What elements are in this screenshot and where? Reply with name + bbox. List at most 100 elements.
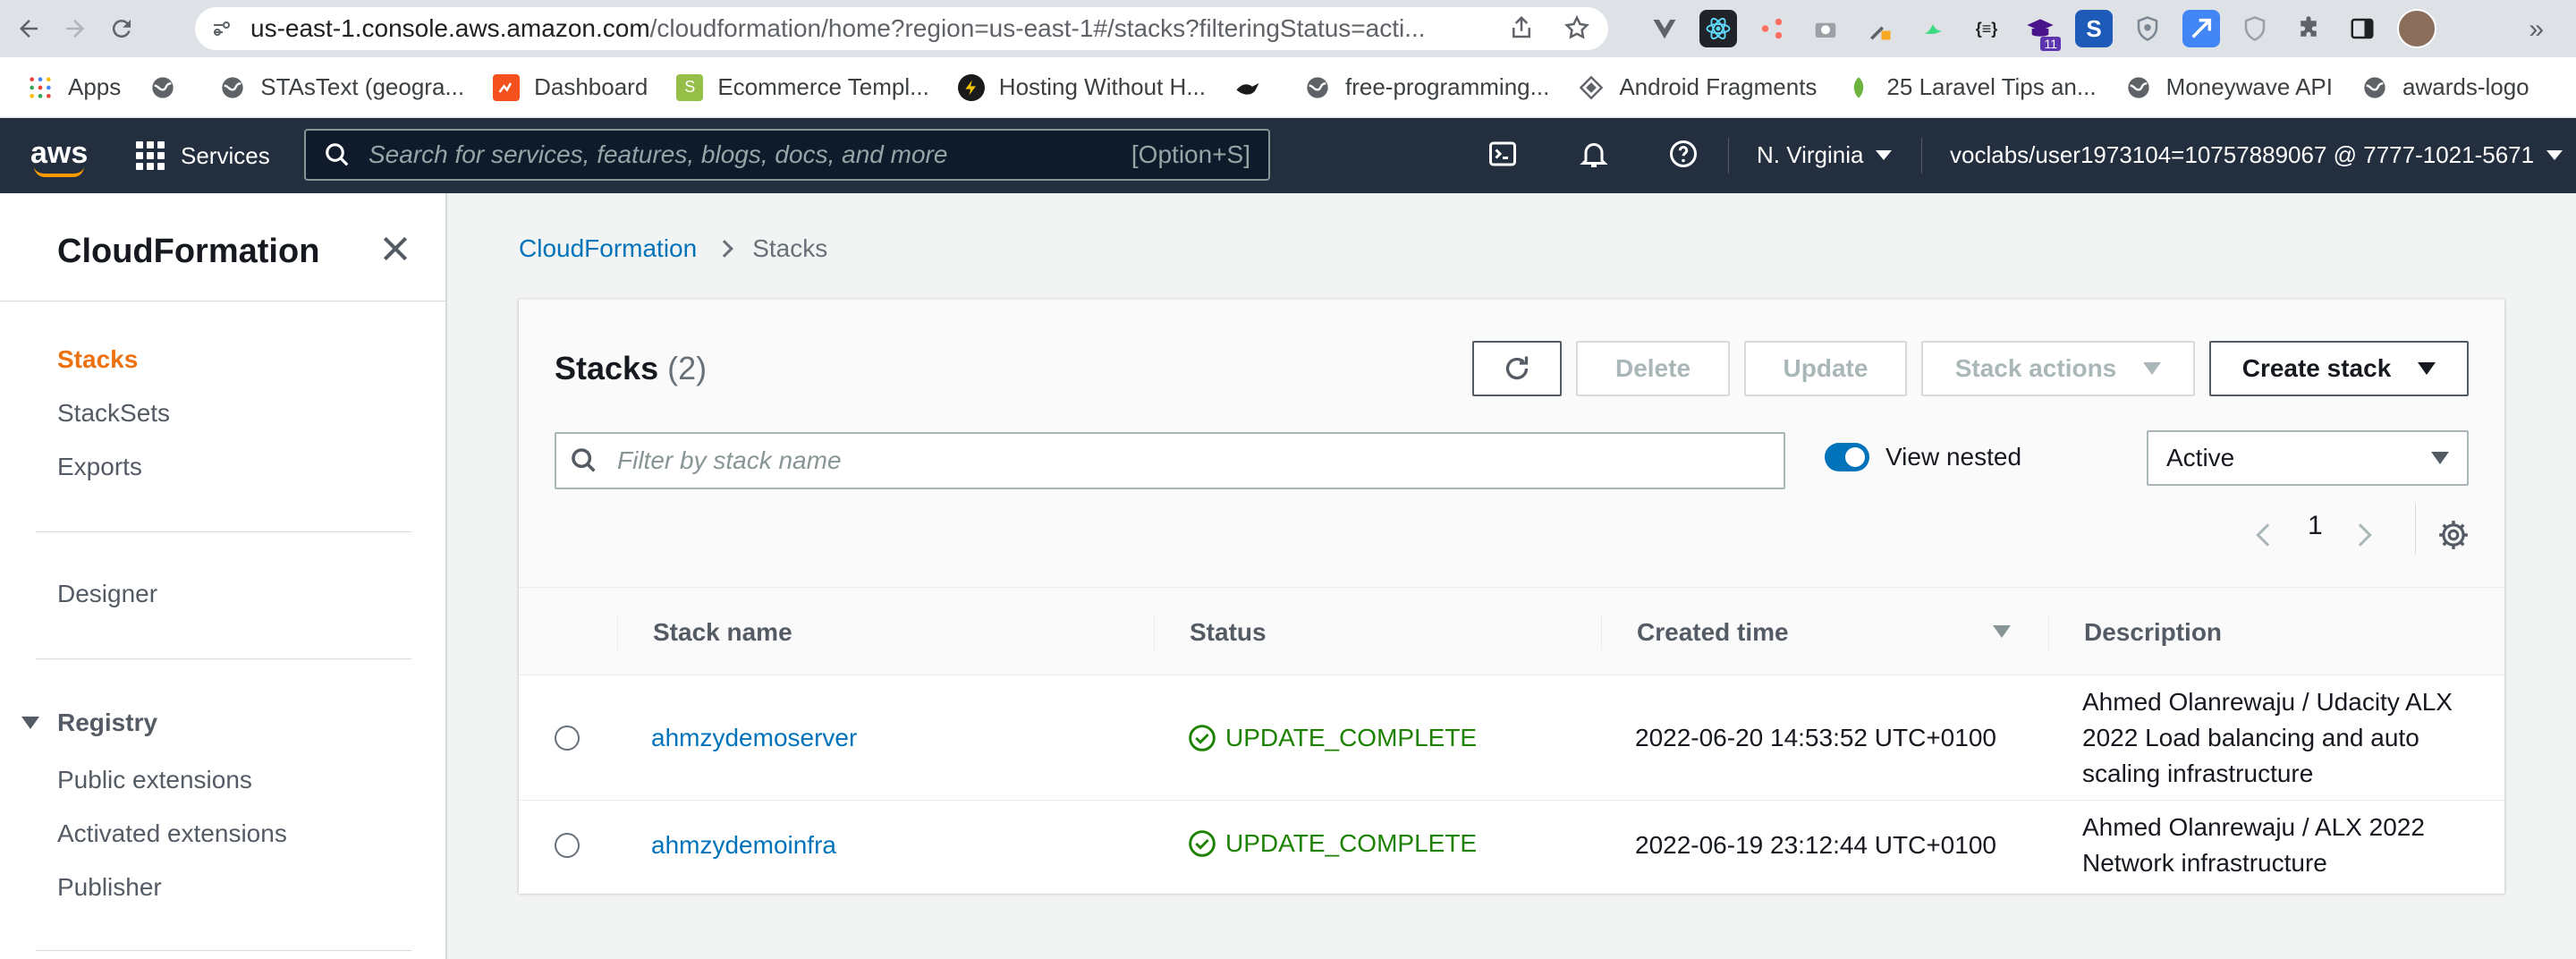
column-divider — [1601, 615, 1602, 650]
stack-name-link[interactable]: ahmzydemoserver — [651, 724, 857, 752]
help-icon[interactable] — [1665, 136, 1701, 172]
more-bookmarks-icon[interactable]: » — [2529, 14, 2544, 45]
forward-arrow-icon[interactable] — [57, 11, 93, 47]
bookmark-item[interactable]: STAsText (geogra... — [219, 73, 464, 101]
globe-icon — [149, 74, 176, 101]
share-icon[interactable] — [1508, 14, 1535, 41]
registry-label: Registry — [57, 709, 158, 736]
sort-descending-icon[interactable] — [1993, 625, 2011, 638]
row-select-radio[interactable] — [555, 726, 580, 751]
previous-page-icon[interactable] — [2256, 523, 2279, 547]
refresh-button[interactable] — [1472, 341, 1562, 396]
create-stack-label: Create stack — [2241, 354, 2392, 382]
column-header-description[interactable]: Description — [2084, 618, 2222, 647]
filter-stack-name-input[interactable]: Filter by stack name — [555, 432, 1785, 489]
aws-search-input[interactable]: Search for services, features, blogs, do… — [304, 129, 1270, 181]
globe-icon — [2361, 74, 2388, 101]
description-line: Ahmed Olanrewaju / Udacity ALX — [2082, 688, 2453, 716]
header-divider — [1921, 138, 1922, 174]
vue-extension-icon[interactable] — [1646, 10, 1683, 47]
table-row[interactable]: ahmzydemoserver UPDATE_COMPLETE 2022-06-… — [519, 675, 2504, 801]
bookmark-item[interactable]: Apps — [27, 73, 121, 101]
column-header-status[interactable]: Status — [1190, 618, 1267, 647]
react-extension-icon[interactable] — [1699, 10, 1737, 47]
stacks-panel: Stacks (2) Delete Update Stack actions C… — [519, 299, 2504, 894]
update-button[interactable]: Update — [1744, 341, 1907, 396]
bookmark-star-icon[interactable] — [1563, 14, 1590, 41]
bookmark-item[interactable]: awards-logo — [2361, 73, 2529, 101]
create-stack-dropdown[interactable]: Create stack — [2209, 341, 2469, 396]
breadcrumb-chevron-icon — [716, 240, 734, 258]
bookmark-label: Ecommerce Templ... — [717, 73, 929, 100]
site-info-icon[interactable] — [211, 18, 233, 39]
bookmark-item[interactable] — [149, 74, 191, 101]
side-panel-icon[interactable] — [2343, 10, 2381, 47]
bookmark-label: STAsText (geogra... — [260, 73, 465, 100]
sidebar-item-stacksets[interactable]: StackSets — [57, 399, 170, 428]
description: Ahmed Olanrewaju / ALX 2022 Network infr… — [2082, 810, 2485, 881]
bookmark-item[interactable]: Dashboard — [493, 73, 648, 101]
eyedropper-extension-icon[interactable] — [1860, 10, 1898, 47]
back-arrow-icon[interactable] — [11, 11, 47, 47]
sidebar-item-exports[interactable]: Exports — [57, 453, 142, 481]
bookmark-item[interactable]: S Ecommerce Templ... — [676, 73, 929, 101]
sidebar-divider — [36, 950, 411, 951]
sidebar-section-registry[interactable]: Registry — [21, 709, 157, 737]
share-nodes-extension-icon[interactable] — [1753, 10, 1791, 47]
camera-extension-icon[interactable] — [1807, 10, 1844, 47]
view-nested-toggle[interactable] — [1825, 443, 1869, 471]
s-extension-icon[interactable]: S — [2075, 10, 2113, 47]
puzzle-extensions-icon[interactable] — [2290, 10, 2327, 47]
reload-icon[interactable] — [104, 11, 140, 47]
table-row[interactable]: ahmzydemoinfra UPDATE_COMPLETE 2022-06-1… — [519, 801, 2504, 894]
bookmark-item[interactable]: Hosting Without H... — [957, 73, 1206, 101]
search-icon — [572, 448, 596, 472]
region-selector[interactable]: N. Virginia — [1757, 141, 1893, 169]
gear-icon[interactable] — [2436, 518, 2470, 552]
bookmark-item[interactable]: free-programming... — [1304, 73, 1549, 101]
bird-extension-icon[interactable] — [1914, 10, 1952, 47]
view-nested-label: View nested — [1885, 443, 2022, 471]
description-line: Network infrastructure — [2082, 849, 2327, 877]
breadcrumb: CloudFormation Stacks — [519, 234, 827, 263]
bookmark-item[interactable]: 25 Laravel Tips an... — [1845, 73, 2097, 101]
sidebar-item-stacks[interactable]: Stacks — [57, 345, 138, 374]
status-text: UPDATE_COMPLETE — [1225, 724, 1478, 751]
breadcrumb-cloudformation-link[interactable]: CloudFormation — [519, 234, 697, 263]
status-filter-select[interactable]: Active — [2147, 430, 2469, 486]
bookmark-label: free-programming... — [1345, 73, 1550, 100]
bookmark-item[interactable]: Moneywave API — [2125, 73, 2333, 101]
created-time: 2022-06-19 23:12:44 UTC+0100 — [1635, 831, 1996, 859]
bookmark-label: Apps — [68, 73, 122, 100]
delete-button[interactable]: Delete — [1576, 341, 1730, 396]
page-number[interactable]: 1 — [2308, 511, 2323, 541]
sidebar-divider — [36, 531, 411, 532]
account-menu[interactable]: voclabs/user1973104=10757889067 @ 7777-1… — [1950, 141, 2563, 169]
sidebar-item-activated-extensions[interactable]: Activated extensions — [57, 819, 287, 848]
bookmark-item[interactable] — [1234, 74, 1275, 101]
column-divider — [2048, 615, 2049, 650]
shield-extension-icon[interactable] — [2129, 10, 2166, 47]
profile-avatar[interactable] — [2397, 9, 2436, 48]
close-icon[interactable] — [377, 231, 413, 267]
shield-check-extension-icon[interactable] — [2236, 10, 2274, 47]
arrow-extension-icon[interactable] — [2182, 10, 2220, 47]
column-header-created-time[interactable]: Created time — [1637, 618, 1789, 647]
address-bar[interactable]: us-east-1.console.aws.amazon.com/cloudfo… — [195, 7, 1608, 50]
services-menu-button[interactable]: Services — [136, 141, 270, 170]
graduation-cap-extension-icon[interactable]: 11 — [2021, 10, 2061, 51]
next-page-icon[interactable] — [2349, 523, 2372, 547]
browser-toolbar: us-east-1.console.aws.amazon.com/cloudfo… — [0, 0, 2576, 57]
bookmark-item[interactable]: Android Fragments — [1578, 73, 1817, 101]
sidebar-item-publisher[interactable]: Publisher — [57, 873, 162, 902]
sidebar-item-public-extensions[interactable]: Public extensions — [57, 766, 252, 794]
sidebar-item-designer[interactable]: Designer — [57, 580, 157, 608]
column-header-stack-name[interactable]: Stack name — [653, 618, 792, 647]
aws-logo[interactable]: aws — [30, 136, 89, 177]
stack-name-link[interactable]: ahmzydemoinfra — [651, 831, 836, 860]
cloudshell-icon[interactable] — [1485, 136, 1521, 172]
stack-actions-dropdown[interactable]: Stack actions — [1921, 341, 2195, 396]
notifications-bell-icon[interactable] — [1576, 136, 1612, 172]
row-select-radio[interactable] — [555, 833, 580, 858]
json-extension-icon[interactable]: {≡} — [1968, 10, 2005, 47]
